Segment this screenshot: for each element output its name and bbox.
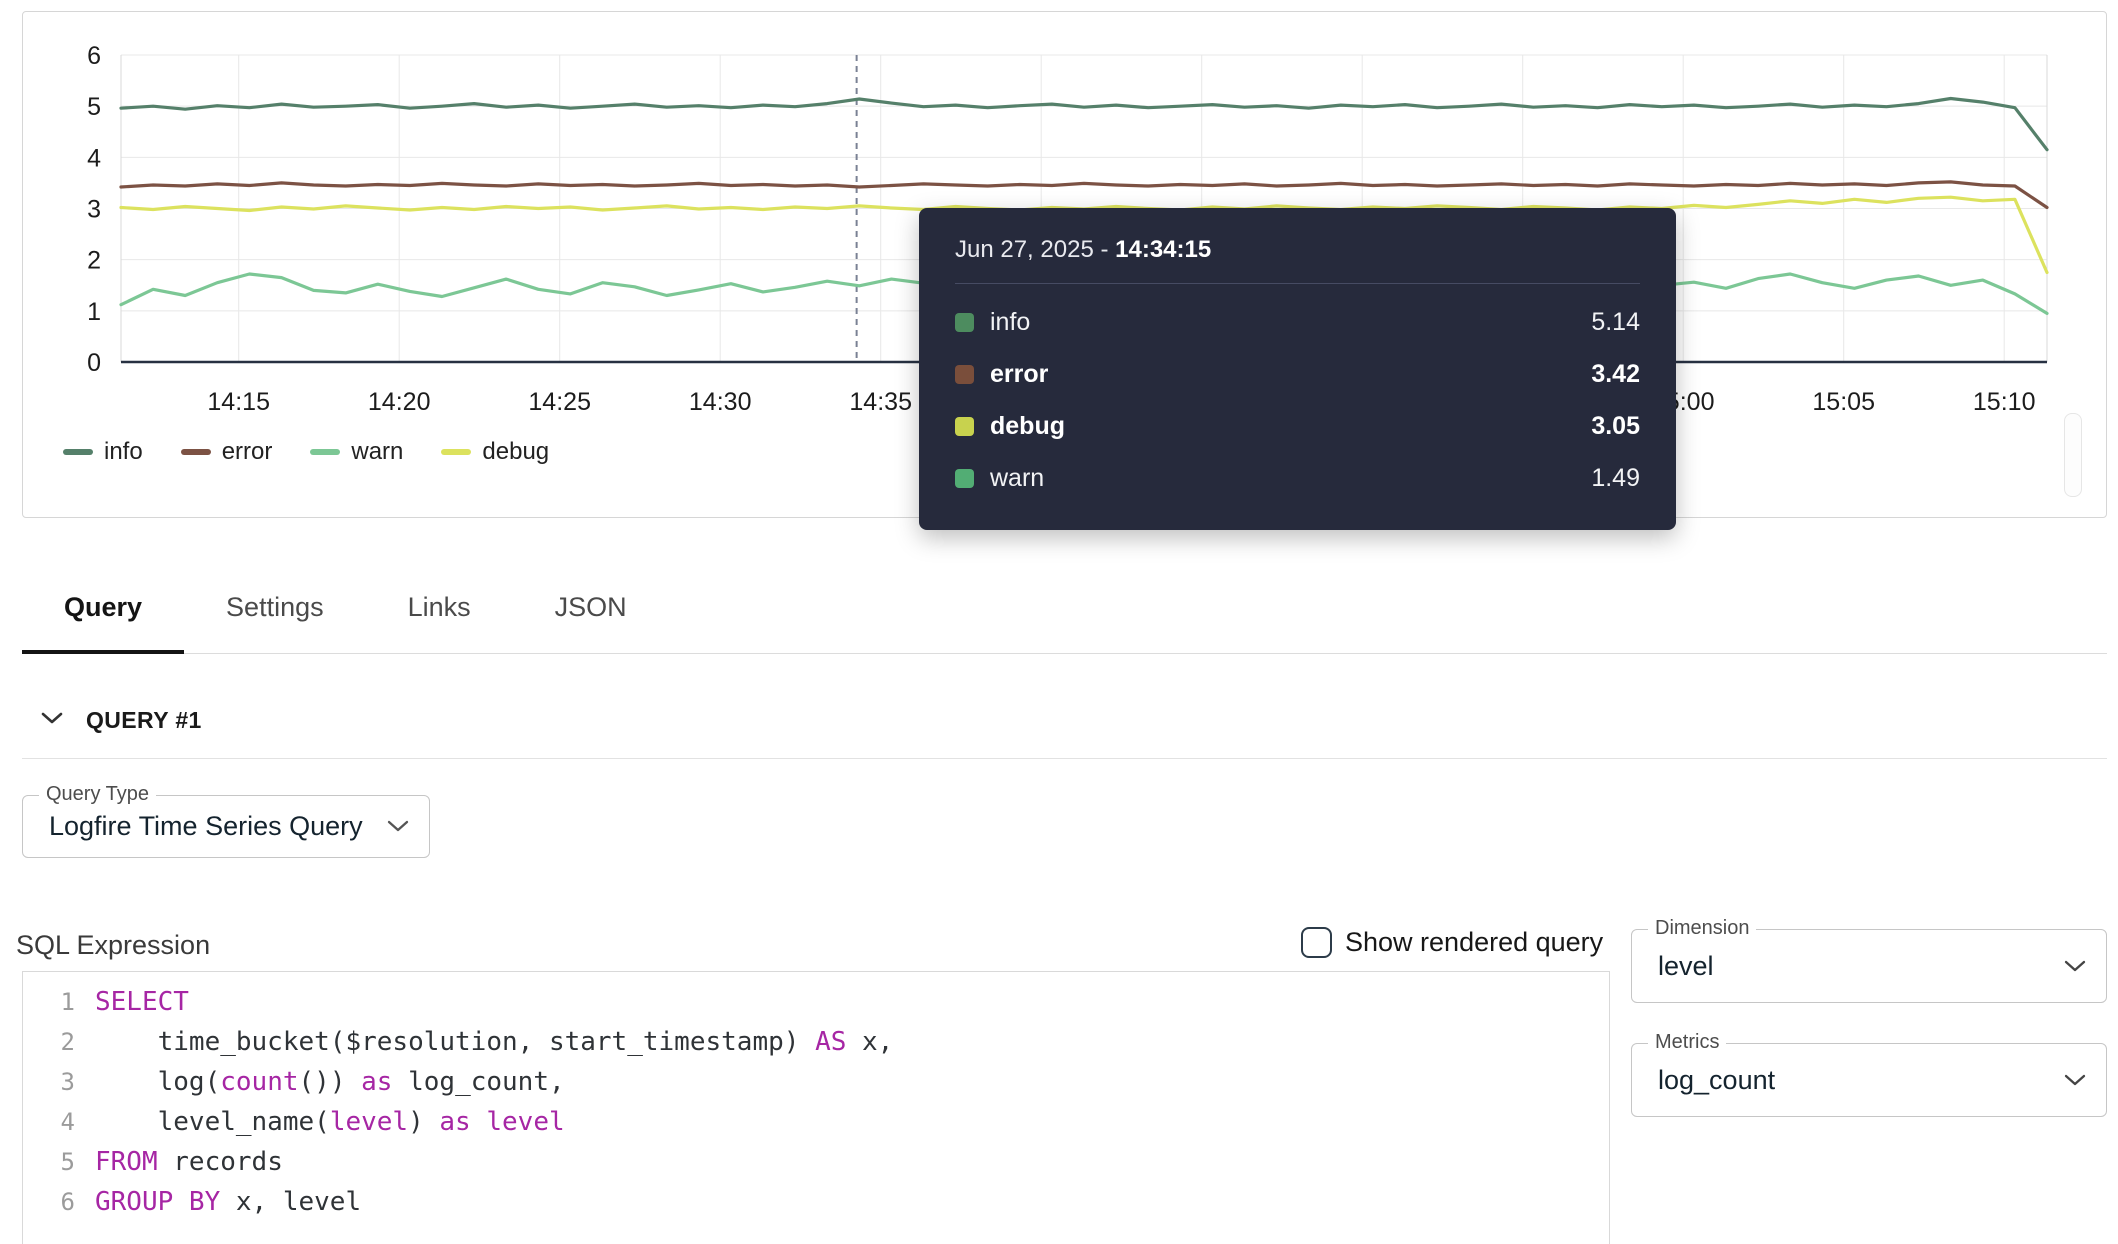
tooltip-series-value: 3.42 <box>1591 360 1640 389</box>
tooltip-series-name: warn <box>990 464 1044 493</box>
line-number: 6 <box>23 1182 95 1222</box>
tooltip-row-info: info 5.14 <box>955 296 1640 348</box>
code-text: GROUP BY x, level <box>95 1182 361 1222</box>
sql-expression-label: SQL Expression <box>16 930 210 961</box>
legend-item-error[interactable]: error <box>181 438 273 466</box>
tooltip-divider <box>955 283 1640 284</box>
line-number: 3 <box>23 1062 95 1102</box>
scrollbar-thumb[interactable] <box>2064 413 2082 497</box>
legend-swatch-error <box>181 449 211 455</box>
tooltip-series-value: 3.05 <box>1591 412 1640 441</box>
legend-label: warn <box>351 438 403 466</box>
chevron-down-icon[interactable] <box>40 711 64 730</box>
line-number: 4 <box>23 1102 95 1142</box>
y-tick-label: 2 <box>87 247 101 275</box>
code-line: 1SELECT <box>23 982 1609 1022</box>
tooltip-series-name: debug <box>990 412 1065 441</box>
line-number: 5 <box>23 1142 95 1182</box>
legend-label: error <box>222 438 273 466</box>
code-line: 3 log(count()) as log_count, <box>23 1062 1609 1102</box>
y-tick-label: 3 <box>87 196 101 224</box>
tab-bar: QuerySettingsLinksJSON <box>22 565 2107 654</box>
x-tick-label: 15:05 <box>1812 388 1875 416</box>
code-text: time_bucket($resolution, start_timestamp… <box>95 1022 893 1062</box>
chevron-down-icon <box>2064 960 2086 973</box>
show-rendered-query-label[interactable]: Show rendered query <box>1345 927 1603 958</box>
tooltip-date: Jun 27, 2025 - <box>955 236 1115 263</box>
tooltip-swatch-warn <box>955 469 974 488</box>
code-text: SELECT <box>95 982 189 1022</box>
metrics-select[interactable]: Metrics log_count <box>1631 1043 2107 1117</box>
x-tick-label: 15:10 <box>1973 388 2036 416</box>
show-rendered-query-control: Show rendered query <box>1301 927 1603 958</box>
query-type-value: Logfire Time Series Query <box>23 811 363 842</box>
x-tick-label: 14:20 <box>368 388 431 416</box>
tooltip-series-value: 1.49 <box>1591 464 1640 493</box>
legend-label: info <box>104 438 143 466</box>
code-line: 5FROM records <box>23 1142 1609 1182</box>
chart-legend: info error warn debug <box>63 438 549 466</box>
legend-swatch-debug <box>441 449 471 455</box>
legend-item-info[interactable]: info <box>63 438 143 466</box>
tooltip-row-debug: debug 3.05 <box>955 400 1640 452</box>
query-section-header[interactable]: QUERY #1 <box>40 698 202 742</box>
code-line: 4 level_name(level) as level <box>23 1102 1609 1142</box>
chevron-down-icon <box>387 820 409 833</box>
tooltip-rows: info 5.14 error 3.42 debug 3.05 warn 1.49 <box>955 296 1640 504</box>
legend-label: debug <box>482 438 549 466</box>
legend-item-debug[interactable]: debug <box>441 438 549 466</box>
chart-tooltip: Jun 27, 2025 - 14:34:15 info 5.14 error 3.4… <box>919 208 1676 530</box>
code-text: FROM records <box>95 1142 283 1182</box>
y-tick-label: 4 <box>87 144 101 172</box>
tooltip-swatch-debug <box>955 417 974 436</box>
tab-links[interactable]: Links <box>366 565 513 654</box>
tooltip-time: 14:34:15 <box>1115 236 1211 263</box>
query-section-title: QUERY #1 <box>86 707 202 734</box>
tab-settings[interactable]: Settings <box>184 565 366 654</box>
chevron-down-icon <box>2064 1074 2086 1087</box>
tooltip-series-name: info <box>990 308 1030 337</box>
legend-swatch-warn <box>310 449 340 455</box>
x-tick-label: 14:15 <box>207 388 270 416</box>
line-number: 1 <box>23 982 95 1022</box>
tooltip-row-warn: warn 1.49 <box>955 452 1640 504</box>
y-tick-label: 6 <box>87 42 101 70</box>
legend-item-warn[interactable]: warn <box>310 438 403 466</box>
code-line: 6GROUP BY x, level <box>23 1182 1609 1222</box>
show-rendered-query-checkbox[interactable] <box>1301 927 1332 958</box>
y-tick-label: 0 <box>87 349 101 377</box>
tab-json[interactable]: JSON <box>513 565 669 654</box>
dimension-label: Dimension <box>1648 917 1756 940</box>
metrics-label: Metrics <box>1648 1031 1726 1054</box>
code-text: log(count()) as log_count, <box>95 1062 565 1102</box>
x-tick-label: 14:35 <box>849 388 912 416</box>
metrics-value: log_count <box>1632 1065 1775 1096</box>
tooltip-series-name: error <box>990 360 1048 389</box>
legend-swatch-info <box>63 449 93 455</box>
tooltip-swatch-info <box>955 313 974 332</box>
y-tick-label: 1 <box>87 298 101 326</box>
dimension-value: level <box>1632 951 1714 982</box>
query-type-label: Query Type <box>39 783 156 806</box>
sql-code-editor[interactable]: 1SELECT2 time_bucket($resolution, start_… <box>22 971 1610 1244</box>
x-tick-label: 14:30 <box>689 388 752 416</box>
page: 012345614:1514:2014:2514:3014:3514:4014:… <box>0 0 2118 1244</box>
dimension-select[interactable]: Dimension level <box>1631 929 2107 1003</box>
x-tick-label: 14:25 <box>528 388 591 416</box>
chart-panel: 012345614:1514:2014:2514:3014:3514:4014:… <box>22 11 2107 518</box>
tooltip-timestamp: Jun 27, 2025 - 14:34:15 <box>955 232 1640 268</box>
section-divider <box>22 758 2107 759</box>
tab-query[interactable]: Query <box>22 565 184 654</box>
tooltip-swatch-error <box>955 365 974 384</box>
query-type-select[interactable]: Query Type Logfire Time Series Query <box>22 795 430 858</box>
tooltip-row-error: error 3.42 <box>955 348 1640 400</box>
line-number: 2 <box>23 1022 95 1062</box>
code-line: 2 time_bucket($resolution, start_timesta… <box>23 1022 1609 1062</box>
y-tick-label: 5 <box>87 93 101 121</box>
code-text: level_name(level) as level <box>95 1102 565 1142</box>
tooltip-series-value: 5.14 <box>1591 308 1640 337</box>
